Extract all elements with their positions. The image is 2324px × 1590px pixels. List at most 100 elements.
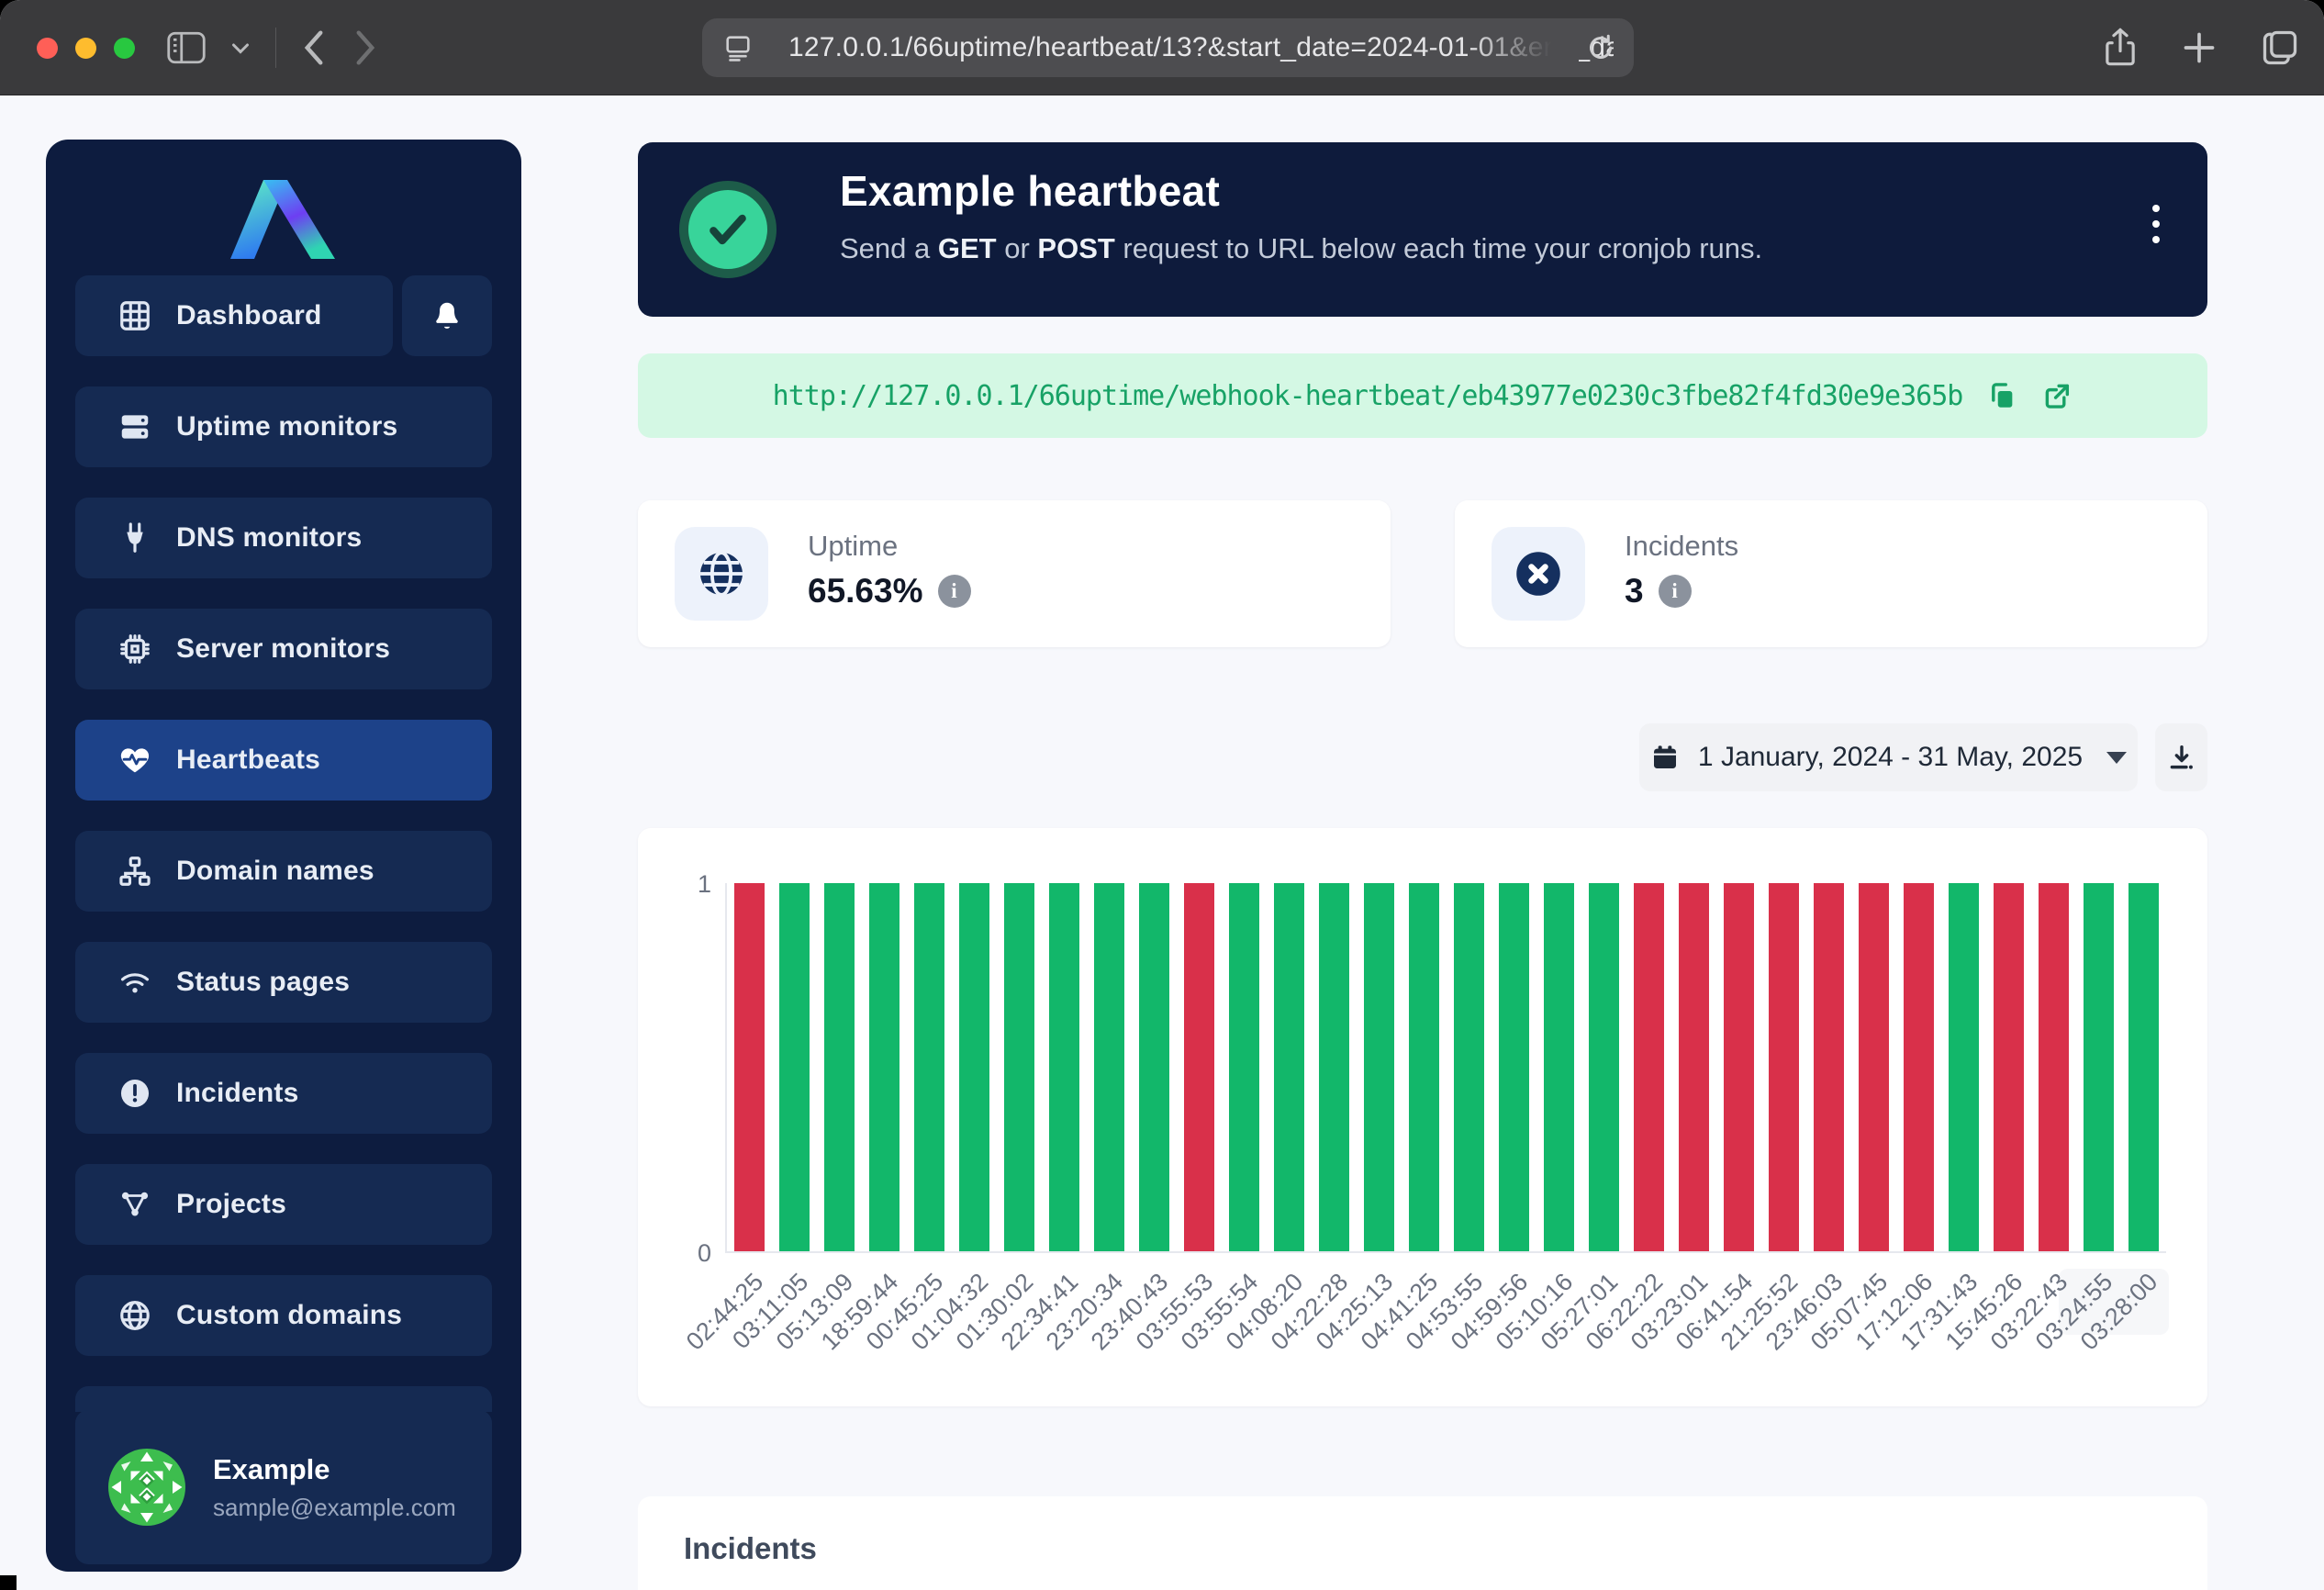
date-range-button[interactable]: 1 January, 2024 - 31 May, 2025 <box>1639 723 2138 791</box>
sidebar-item-incidents[interactable]: Incidents <box>75 1053 492 1134</box>
bar-column[interactable]: 04:41:25 <box>1402 883 1447 1251</box>
bar-column[interactable]: 01:04:32 <box>952 883 997 1251</box>
bar-column[interactable]: 02:44:25 <box>727 883 772 1251</box>
bar-column[interactable]: 21:25:52 <box>1761 883 1806 1251</box>
bar-column[interactable]: 03:11:05 <box>772 883 817 1251</box>
status-bar-down[interactable] <box>1994 883 2024 1251</box>
status-bar-down[interactable] <box>734 883 765 1251</box>
status-bar-up[interactable] <box>2128 883 2159 1251</box>
status-bar-up[interactable] <box>1229 883 1259 1251</box>
bar-column[interactable]: 05:10:16 <box>1536 883 1581 1251</box>
sidebar-item-status-pages[interactable]: Status pages <box>75 942 492 1023</box>
status-bar-up[interactable] <box>1004 883 1034 1251</box>
bar-column[interactable]: 00:45:25 <box>907 883 952 1251</box>
sidebar-toggle-icon[interactable] <box>167 31 206 64</box>
bar-column[interactable]: 05:07:45 <box>1851 883 1896 1251</box>
uptime-info-icon[interactable]: i <box>938 575 971 608</box>
bar-column[interactable]: 23:40:43 <box>1132 883 1177 1251</box>
bar-column[interactable]: 15:45:26 <box>1986 883 2031 1251</box>
status-bar-up[interactable] <box>1409 883 1439 1251</box>
status-bar-up[interactable] <box>1949 883 1979 1251</box>
status-bar-down[interactable] <box>2039 883 2069 1251</box>
close-window-button[interactable] <box>37 38 58 59</box>
bar-column[interactable]: 23:20:34 <box>1087 883 1132 1251</box>
status-bar-up[interactable] <box>824 883 855 1251</box>
bar-column[interactable]: 03:28:00 <box>2121 883 2166 1251</box>
status-bar-down[interactable] <box>1679 883 1709 1251</box>
status-bar-up[interactable] <box>1499 883 1529 1251</box>
download-button[interactable] <box>2155 723 2207 791</box>
status-bar-up[interactable] <box>1274 883 1304 1251</box>
status-bar-up[interactable] <box>1364 883 1394 1251</box>
status-bar-down[interactable] <box>1904 883 1934 1251</box>
more-options-button[interactable] <box>2152 205 2160 243</box>
status-bar-up[interactable] <box>1319 883 1349 1251</box>
bar-column[interactable]: 17:12:06 <box>1896 883 1941 1251</box>
status-bar-down[interactable] <box>1769 883 1799 1251</box>
reload-icon[interactable] <box>1584 31 1617 64</box>
back-button[interactable] <box>300 29 328 66</box>
bar-column[interactable]: 06:22:22 <box>1626 883 1671 1251</box>
bar-column[interactable]: 04:53:55 <box>1447 883 1492 1251</box>
new-tab-icon[interactable] <box>2181 29 2218 66</box>
status-bar-up[interactable] <box>1049 883 1079 1251</box>
tab-overview-icon[interactable] <box>2260 28 2300 68</box>
status-bar-up[interactable] <box>1139 883 1169 1251</box>
status-bar-up[interactable] <box>869 883 899 1251</box>
chevron-down-icon <box>2106 752 2127 764</box>
sidebar-item-heartbeats[interactable]: Heartbeats <box>75 720 492 801</box>
bar-column[interactable]: 04:22:28 <box>1312 883 1357 1251</box>
status-bar-up[interactable] <box>1094 883 1124 1251</box>
status-bar-down[interactable] <box>1634 883 1664 1251</box>
sidebar-item-domain-names[interactable]: Domain names <box>75 831 492 912</box>
bar-column[interactable]: 03:24:55 <box>2076 883 2121 1251</box>
status-bar-up[interactable] <box>914 883 944 1251</box>
bar-column[interactable]: 03:55:54 <box>1222 883 1267 1251</box>
forward-button[interactable] <box>352 29 379 66</box>
status-bar-up[interactable] <box>2084 883 2114 1251</box>
bar-column[interactable]: 03:23:01 <box>1671 883 1716 1251</box>
status-bar-up[interactable] <box>1589 883 1619 1251</box>
zoom-window-button[interactable] <box>114 38 135 59</box>
bar-column[interactable]: 01:30:02 <box>997 883 1042 1251</box>
sidebar-item-partial[interactable] <box>75 1386 492 1412</box>
bar-column[interactable]: 03:55:53 <box>1177 883 1222 1251</box>
status-bar-down[interactable] <box>1184 883 1214 1251</box>
page-icon[interactable] <box>722 32 754 63</box>
status-bar-up[interactable] <box>959 883 989 1251</box>
minimize-window-button[interactable] <box>75 38 96 59</box>
status-bar-down[interactable] <box>1859 883 1889 1251</box>
app-logo[interactable] <box>46 140 521 275</box>
toolbar-chevron-down-icon[interactable] <box>229 37 251 59</box>
status-bar-down[interactable] <box>1724 883 1754 1251</box>
share-icon[interactable] <box>2102 27 2139 69</box>
incidents-info-icon[interactable]: i <box>1659 575 1692 608</box>
bar-column[interactable]: 03:22:43 <box>2031 883 2076 1251</box>
bar-column[interactable]: 23:46:03 <box>1806 883 1851 1251</box>
bar-column[interactable]: 05:13:09 <box>817 883 862 1251</box>
address-bar[interactable]: 127.0.0.1/66uptime/heartbeat/13?&start_d… <box>702 18 1634 77</box>
sidebar-item-dns-monitors[interactable]: DNS monitors <box>75 498 492 578</box>
notifications-button[interactable] <box>402 275 492 356</box>
status-bar-up[interactable] <box>779 883 810 1251</box>
bar-column[interactable]: 06:41:54 <box>1716 883 1761 1251</box>
webhook-url[interactable]: http://127.0.0.1/66uptime/webhook-heartb… <box>773 380 1963 412</box>
status-bar-up[interactable] <box>1544 883 1574 1251</box>
status-bar-down[interactable] <box>1814 883 1844 1251</box>
sidebar-item-dashboard[interactable]: Dashboard <box>75 275 393 356</box>
bar-column[interactable]: 18:59:44 <box>862 883 907 1251</box>
external-link-icon[interactable] <box>2041 380 2073 411</box>
bar-column[interactable]: 04:59:56 <box>1492 883 1536 1251</box>
sidebar-item-projects[interactable]: Projects <box>75 1164 492 1245</box>
sidebar-item-custom-domains[interactable]: Custom domains <box>75 1275 492 1356</box>
status-bar-up[interactable] <box>1454 883 1484 1251</box>
bar-column[interactable]: 04:08:20 <box>1267 883 1312 1251</box>
sidebar-item-server-monitors[interactable]: Server monitors <box>75 609 492 689</box>
bar-column[interactable]: 22:34:41 <box>1042 883 1087 1251</box>
copy-icon[interactable] <box>1986 380 2017 411</box>
bar-column[interactable]: 17:31:43 <box>1941 883 1986 1251</box>
bar-column[interactable]: 05:27:01 <box>1581 883 1626 1251</box>
bar-column[interactable]: 04:25:13 <box>1357 883 1402 1251</box>
sidebar-item-uptime-monitors[interactable]: Uptime monitors <box>75 386 492 467</box>
profile-card[interactable]: Example sample@example.com <box>75 1410 492 1564</box>
